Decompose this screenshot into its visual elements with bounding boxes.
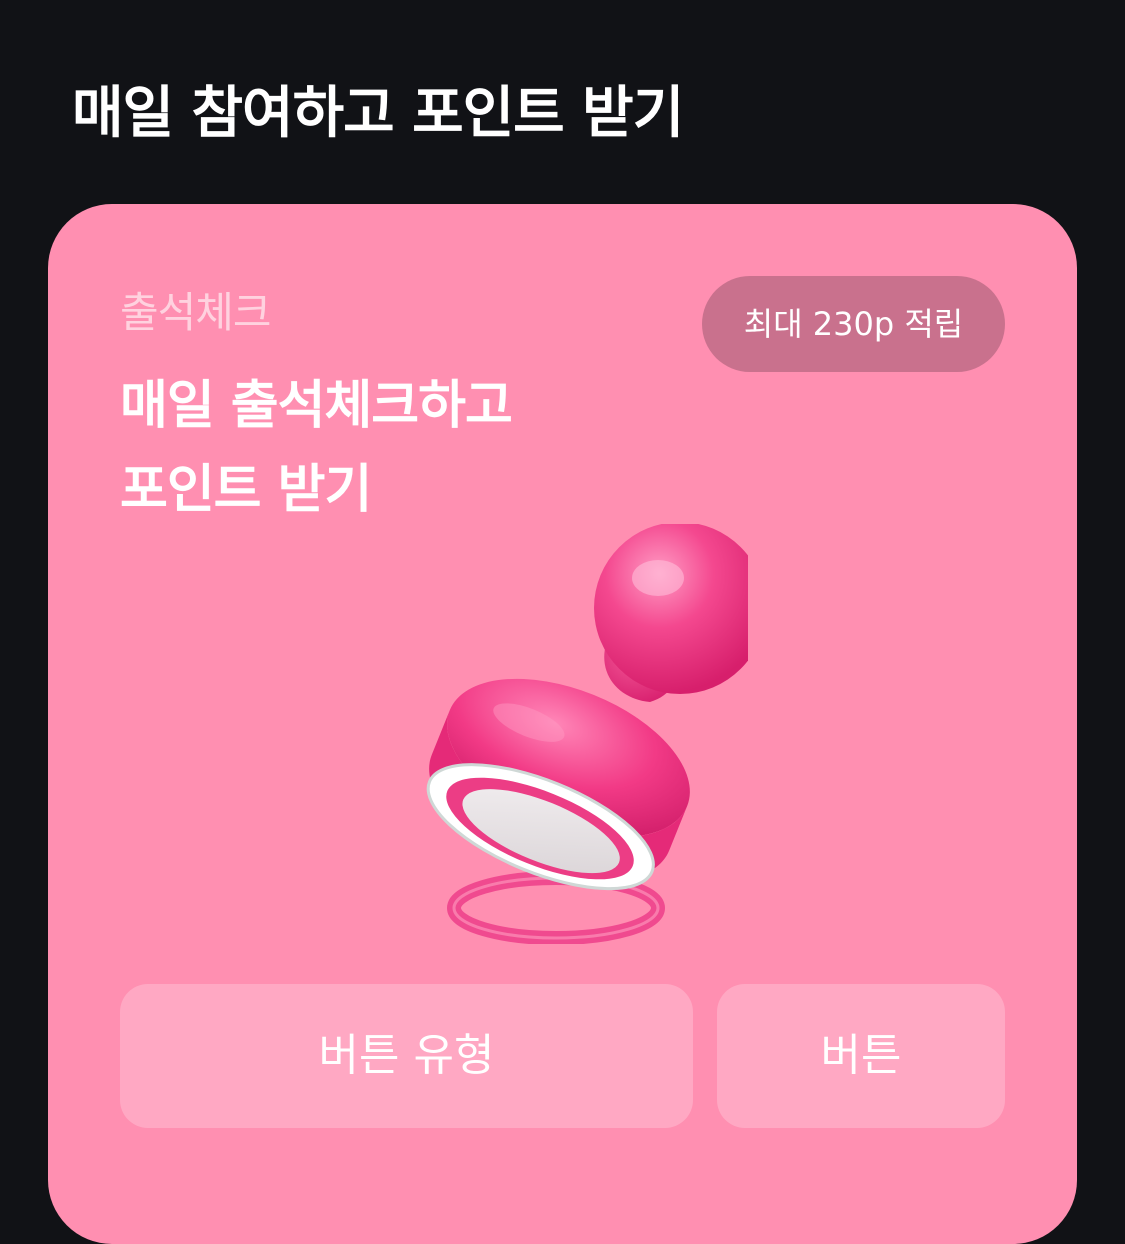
card-heading-line: 포인트 받기 bbox=[120, 460, 372, 520]
card-heading: 매일 출석체크하고 포인트 받기 bbox=[120, 364, 513, 532]
card-eyebrow: 출석체크 bbox=[120, 288, 272, 337]
stamp-icon bbox=[426, 524, 748, 944]
max-points-badge: 최대 230p 적립 bbox=[702, 276, 1005, 372]
card-heading-line: 매일 출석체크하고 bbox=[120, 376, 513, 436]
attendance-card[interactable]: 출석체크 최대 230p 적립 매일 출석체크하고 포인트 받기 버튼 유형 버… bbox=[48, 204, 1077, 1244]
section-title: 매일 참여하고 포인트 받기 bbox=[72, 81, 684, 146]
secondary-button[interactable]: 버튼 bbox=[717, 984, 1005, 1128]
primary-button[interactable]: 버튼 유형 bbox=[120, 984, 693, 1128]
